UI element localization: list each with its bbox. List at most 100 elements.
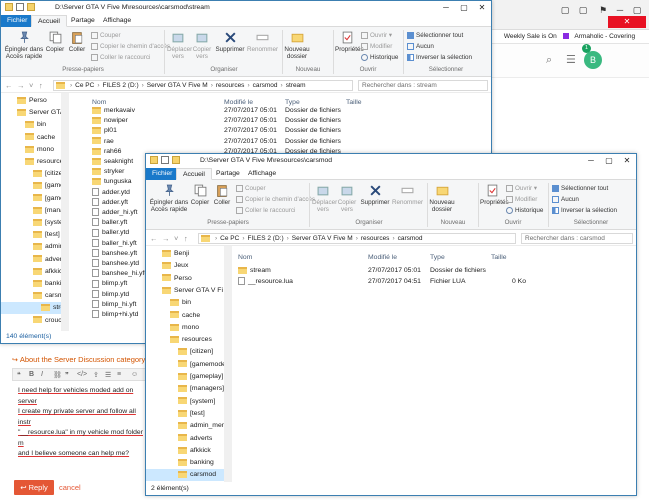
properties-button[interactable]: Propriétés — [335, 31, 364, 53]
breadcrumb-chevron-icon[interactable]: › — [390, 235, 396, 242]
file-row[interactable]: stream 27/07/2017 05:01 Dossier de fichier… — [146, 265, 636, 276]
copy-to-button[interactable]: Copier vers — [336, 184, 358, 213]
invert-selection-button[interactable]: Inverser la sélection — [407, 54, 472, 62]
nav-item[interactable]: [test] — [146, 408, 231, 420]
maximize-icon[interactable]: ▢ — [630, 4, 644, 16]
nav-item[interactable]: mono — [146, 322, 231, 334]
tab-view[interactable]: Affichage — [97, 15, 137, 27]
nav-item[interactable]: Server GTA V Fi — [146, 285, 231, 297]
new-folder-button[interactable]: Nouveau dossier — [429, 184, 455, 213]
close-icon[interactable]: ✕ — [473, 1, 491, 15]
copy-button[interactable]: Copier — [190, 184, 210, 206]
nav-item[interactable]: [system] — [146, 396, 231, 408]
folder-icon[interactable] — [172, 156, 180, 164]
open-button[interactable]: Ouvrir ▾ — [361, 32, 392, 40]
nav-item[interactable]: bin — [146, 297, 231, 309]
folder-icon[interactable] — [27, 3, 35, 11]
delete-button[interactable]: Supprimer — [360, 184, 390, 206]
minimize-icon[interactable]: ─ — [613, 4, 627, 16]
back-arrow-icon[interactable]: ← — [5, 78, 13, 93]
breadcrumb-segment[interactable]: Ce PC — [219, 235, 240, 242]
up-arrow-icon[interactable]: ↑ — [184, 231, 188, 246]
column-header-name[interactable]: Nom — [238, 252, 252, 263]
tab-icon[interactable]: ▢ — [558, 4, 572, 16]
cut-button[interactable]: Couper — [91, 32, 121, 40]
search-input[interactable]: Rechercher dans : carsmod — [521, 233, 633, 244]
list-icon[interactable]: ☰ — [105, 371, 111, 379]
column-header-size[interactable]: Taille — [491, 252, 507, 263]
pin-quick-access-button[interactable]: Épingler dans Accès rapide — [4, 31, 44, 60]
cancel-link[interactable]: cancel — [59, 480, 81, 495]
composer-topic-title[interactable]: ↪ About the Server Discussion category — [12, 355, 145, 364]
nav-item[interactable]: cache — [146, 310, 231, 322]
italic-icon[interactable]: I — [41, 371, 43, 378]
breadcrumb-segment[interactable]: Server GTA V Five M — [146, 82, 209, 89]
breadcrumb-chevron-icon[interactable]: › — [240, 235, 246, 242]
nav-item[interactable]: banking — [146, 457, 231, 469]
properties-button[interactable]: Propriétés — [480, 184, 509, 206]
breadcrumb-chevron-icon[interactable]: › — [354, 235, 360, 242]
forward-arrow-icon[interactable]: → — [162, 231, 170, 246]
history-button[interactable]: Historique — [361, 54, 398, 62]
select-none-button[interactable]: Aucun — [552, 196, 579, 204]
link-icon[interactable]: ⛓ — [53, 371, 62, 379]
avatar[interactable]: B — [584, 51, 602, 69]
pin-icon[interactable]: ⚑ — [596, 4, 610, 16]
bold-icon[interactable]: B — [29, 371, 34, 378]
close-icon[interactable]: ✕ — [618, 154, 636, 168]
breadcrumb-chevron-icon[interactable]: › — [245, 82, 251, 89]
nav-item[interactable]: Benji — [146, 248, 231, 260]
breadcrumb-segment[interactable]: FILES 2 (D:) — [102, 82, 140, 89]
tab-home[interactable]: Accueil — [31, 15, 67, 27]
maximize-icon[interactable]: ▢ — [455, 1, 473, 15]
paste-shortcut-button[interactable]: Coller le raccourci — [91, 54, 150, 62]
rename-button[interactable]: Renommer — [247, 31, 278, 53]
cut-button[interactable]: Couper — [236, 185, 266, 193]
close-button[interactable]: ✕ — [608, 16, 646, 28]
nav-item[interactable]: [citizen] — [146, 346, 231, 358]
tab-file[interactable]: Fichier — [146, 168, 179, 180]
tab-file[interactable]: Fichier — [1, 15, 34, 27]
back-arrow-icon[interactable]: ← — [150, 231, 158, 246]
minimize-icon[interactable]: ─ — [582, 154, 600, 168]
breadcrumb-segment[interactable]: FILES 2 (D:) — [247, 235, 285, 242]
copy-path-button[interactable]: Copier le chemin d'accès — [91, 43, 170, 51]
upload-icon[interactable]: ⇪ — [93, 371, 99, 379]
tab-share[interactable]: Partage — [210, 168, 246, 180]
numbered-list-icon[interactable]: ≡ — [117, 371, 121, 378]
edit-button[interactable]: Modifier — [361, 43, 392, 51]
forward-arrow-icon[interactable]: → — [17, 78, 25, 93]
paste-button[interactable]: Coller — [212, 184, 232, 206]
delete-button[interactable]: Supprimer — [215, 31, 245, 53]
blockquote-icon[interactable]: ❞ — [65, 371, 69, 379]
nav-item[interactable]: resources — [146, 334, 231, 346]
edit-button[interactable]: Modifier — [506, 196, 537, 204]
reply-button[interactable]: ↩ Reply — [14, 480, 54, 495]
new-folder-button[interactable]: Nouveau dossier — [284, 31, 310, 60]
hamburger-menu-icon[interactable]: ☰ — [566, 53, 576, 66]
paste-button[interactable]: Coller — [67, 31, 87, 53]
tab-icon[interactable]: ▢ — [576, 4, 590, 16]
invert-selection-button[interactable]: Inverser la sélection — [552, 207, 617, 215]
minimize-icon[interactable]: ─ — [437, 1, 455, 15]
paste-shortcut-button[interactable]: Coller le raccourci — [236, 207, 295, 215]
tab-view[interactable]: Affichage — [242, 168, 282, 180]
nav-item[interactable]: [managers] — [146, 383, 231, 395]
up-arrow-icon[interactable]: ↑ — [39, 78, 43, 93]
nav-item[interactable]: admin_men — [146, 420, 231, 432]
pin-quick-access-button[interactable]: Épingler dans Accès rapide — [149, 184, 189, 213]
nav-item[interactable]: [gamemode — [146, 359, 231, 371]
breadcrumb-segment[interactable]: carsmod — [252, 82, 279, 89]
address-bar[interactable]: › Ce PC › FILES 2 (D:) › Server GTA V Five M ›… — [53, 80, 353, 91]
composer-textarea[interactable]: I need help for vehicles moded add on se… — [18, 386, 148, 460]
move-to-button[interactable]: Déplacer vers — [312, 184, 337, 213]
breadcrumb-chevron-icon[interactable]: › — [285, 235, 291, 242]
nav-item[interactable]: adverts — [146, 433, 231, 445]
breadcrumb-chevron-icon[interactable]: › — [140, 82, 146, 89]
breadcrumb-chevron-icon[interactable]: › — [279, 82, 285, 89]
recent-chevron-icon[interactable]: ˅ — [29, 78, 33, 93]
search-icon[interactable]: ⌕ — [546, 54, 552, 67]
tab-home[interactable]: Accueil — [176, 168, 212, 180]
copy-to-button[interactable]: Copier vers — [191, 31, 213, 60]
select-all-button[interactable]: Sélectionner tout — [407, 32, 463, 40]
